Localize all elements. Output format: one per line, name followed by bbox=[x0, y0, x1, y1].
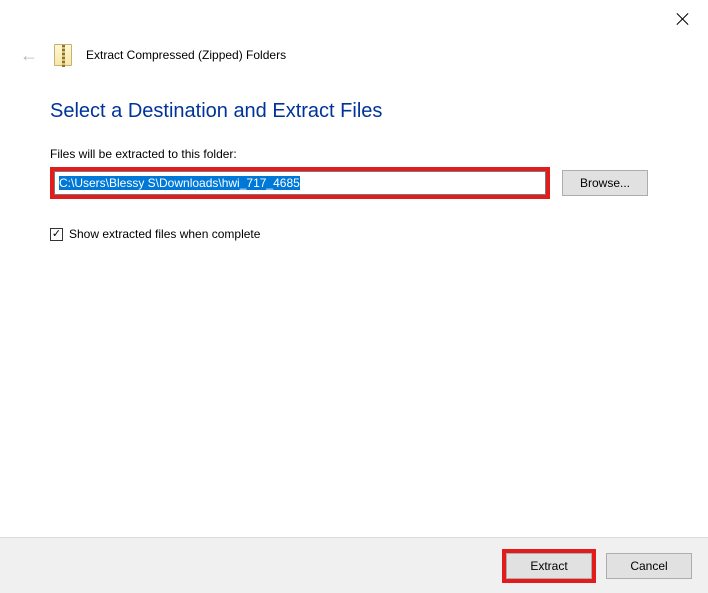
extract-button[interactable]: Extract bbox=[506, 553, 592, 579]
content-area: Select a Destination and Extract Files F… bbox=[0, 70, 708, 241]
dialog-footer: Extract Cancel bbox=[0, 537, 708, 593]
destination-row: C:\Users\Blessy S\Downloads\hwi_717_4685… bbox=[50, 167, 658, 199]
destination-input[interactable]: C:\Users\Blessy S\Downloads\hwi_717_4685 bbox=[54, 171, 546, 195]
title-bar bbox=[0, 0, 708, 40]
destination-label: Files will be extracted to this folder: bbox=[50, 147, 658, 161]
highlight-frame-path: C:\Users\Blessy S\Downloads\hwi_717_4685 bbox=[50, 167, 550, 199]
instruction-heading: Select a Destination and Extract Files bbox=[50, 100, 658, 123]
zip-folder-icon bbox=[54, 44, 72, 66]
back-arrow-icon: ← bbox=[18, 46, 40, 64]
cancel-button[interactable]: Cancel bbox=[606, 553, 692, 579]
wizard-title: Extract Compressed (Zipped) Folders bbox=[86, 48, 286, 62]
close-icon[interactable] bbox=[676, 12, 690, 26]
show-extracted-checkbox[interactable]: ✓ Show extracted files when complete bbox=[50, 227, 658, 241]
wizard-header: ← Extract Compressed (Zipped) Folders bbox=[0, 40, 708, 70]
browse-button[interactable]: Browse... bbox=[562, 170, 648, 196]
destination-input-text: C:\Users\Blessy S\Downloads\hwi_717_4685 bbox=[59, 176, 300, 190]
highlight-frame-extract: Extract bbox=[502, 549, 596, 583]
show-extracted-label: Show extracted files when complete bbox=[69, 227, 260, 241]
checkbox-icon: ✓ bbox=[50, 228, 63, 241]
